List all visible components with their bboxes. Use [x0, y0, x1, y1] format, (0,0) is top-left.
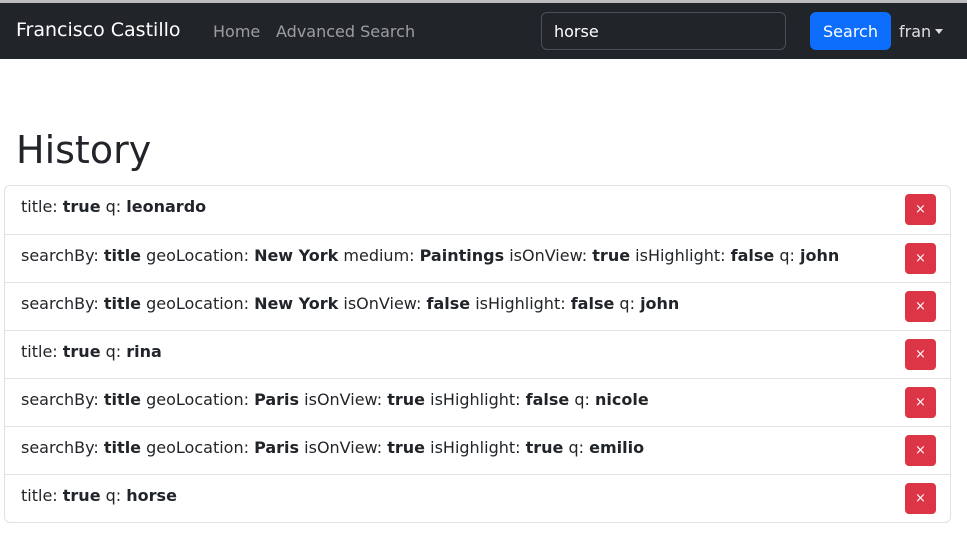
delete-history-button[interactable]: ×	[905, 291, 936, 322]
history-item-text: searchBy: title geoLocation: New York me…	[21, 246, 839, 265]
param-key: searchBy:	[21, 294, 104, 313]
param-key: medium:	[343, 246, 420, 265]
param-key: q:	[568, 438, 590, 457]
param-value: New York	[254, 294, 339, 313]
delete-history-button[interactable]: ×	[905, 339, 936, 370]
navbar: Francisco Castillo Home Advanced Search …	[0, 0, 967, 59]
param-key: isHighlight:	[430, 390, 526, 409]
param-key: geoLocation:	[146, 390, 255, 409]
param-value: true	[592, 246, 631, 265]
close-icon: ×	[915, 202, 926, 217]
param-value: false	[525, 390, 570, 409]
delete-history-button[interactable]: ×	[905, 387, 936, 418]
history-item: searchBy: title geoLocation: Paris isOnV…	[5, 378, 950, 426]
param-value: nicole	[594, 390, 649, 409]
param-value: emilio	[589, 438, 645, 457]
close-icon: ×	[915, 395, 926, 410]
param-key: geoLocation:	[146, 246, 255, 265]
param-key: geoLocation:	[146, 294, 255, 313]
param-key: isOnView:	[304, 390, 388, 409]
param-value: true	[62, 486, 101, 505]
history-item-text: title: true q: leonardo	[21, 197, 206, 216]
param-key: q:	[779, 246, 801, 265]
param-key: isOnView:	[509, 246, 593, 265]
close-icon: ×	[915, 347, 926, 362]
param-key: title:	[21, 486, 63, 505]
user-name: fran	[899, 22, 932, 41]
param-value: john	[800, 246, 840, 265]
brand-link[interactable]: Francisco Castillo	[16, 19, 181, 41]
history-item-text: title: true q: rina	[21, 342, 162, 361]
param-key: geoLocation:	[146, 438, 255, 457]
param-value: true	[387, 390, 426, 409]
page-title: History	[16, 128, 152, 172]
close-icon: ×	[915, 491, 926, 506]
delete-history-button[interactable]: ×	[905, 435, 936, 466]
delete-history-button[interactable]: ×	[905, 483, 936, 514]
param-value: leonardo	[126, 197, 207, 216]
param-key: isOnView:	[304, 438, 388, 457]
caret-down-icon	[935, 29, 944, 34]
param-value: title	[103, 438, 142, 457]
param-value: title	[103, 390, 142, 409]
history-item: searchBy: title geoLocation: Paris isOnV…	[5, 426, 950, 474]
close-icon: ×	[915, 299, 926, 314]
search-input[interactable]	[541, 12, 786, 50]
param-value: john	[640, 294, 680, 313]
history-list: title: true q: leonardo × searchBy: title …	[4, 185, 951, 523]
history-item-text: title: true q: horse	[21, 486, 177, 505]
param-value: New York	[254, 246, 339, 265]
history-item-text: searchBy: title geoLocation: Paris isOnV…	[21, 438, 644, 457]
param-key: q:	[574, 390, 595, 409]
param-value: Paris	[254, 438, 300, 457]
param-value: title	[103, 246, 142, 265]
search-button[interactable]: Search	[810, 12, 891, 50]
param-value: false	[570, 294, 615, 313]
history-item-text: searchBy: title geoLocation: Paris isOnV…	[21, 390, 649, 409]
delete-history-button[interactable]: ×	[905, 243, 936, 274]
param-value: true	[62, 197, 101, 216]
param-key: q:	[105, 486, 127, 505]
history-item: searchBy: title geoLocation: New York is…	[5, 282, 950, 330]
param-key: isHighlight:	[430, 438, 526, 457]
param-value: true	[387, 438, 426, 457]
param-value: rina	[126, 342, 162, 361]
param-key: searchBy:	[21, 438, 104, 457]
param-key: q:	[105, 197, 127, 216]
param-value: title	[103, 294, 142, 313]
delete-history-button[interactable]: ×	[905, 194, 936, 225]
history-item: title: true q: rina ×	[5, 330, 950, 378]
param-value: false	[730, 246, 775, 265]
history-item: title: true q: leonardo ×	[5, 186, 950, 234]
nav-link-advanced-search[interactable]: Advanced Search	[276, 22, 415, 41]
param-value: false	[426, 294, 471, 313]
nav-link-home[interactable]: Home	[213, 22, 260, 41]
history-item: searchBy: title geoLocation: New York me…	[5, 234, 950, 282]
param-value: Paris	[254, 390, 300, 409]
param-key: searchBy:	[21, 390, 104, 409]
param-key: q:	[619, 294, 641, 313]
close-icon: ×	[915, 251, 926, 266]
param-key: isHighlight:	[635, 246, 731, 265]
history-item-text: searchBy: title geoLocation: New York is…	[21, 294, 679, 313]
param-value: true	[62, 342, 101, 361]
param-key: isHighlight:	[475, 294, 571, 313]
user-dropdown[interactable]: fran	[899, 22, 944, 41]
history-item: title: true q: horse ×	[5, 474, 950, 522]
close-icon: ×	[915, 443, 926, 458]
param-value: true	[525, 438, 564, 457]
param-key: isOnView:	[343, 294, 427, 313]
param-key: q:	[105, 342, 127, 361]
param-key: title:	[21, 197, 63, 216]
param-key: title:	[21, 342, 63, 361]
param-value: horse	[126, 486, 177, 505]
param-key: searchBy:	[21, 246, 104, 265]
param-value: Paintings	[419, 246, 505, 265]
